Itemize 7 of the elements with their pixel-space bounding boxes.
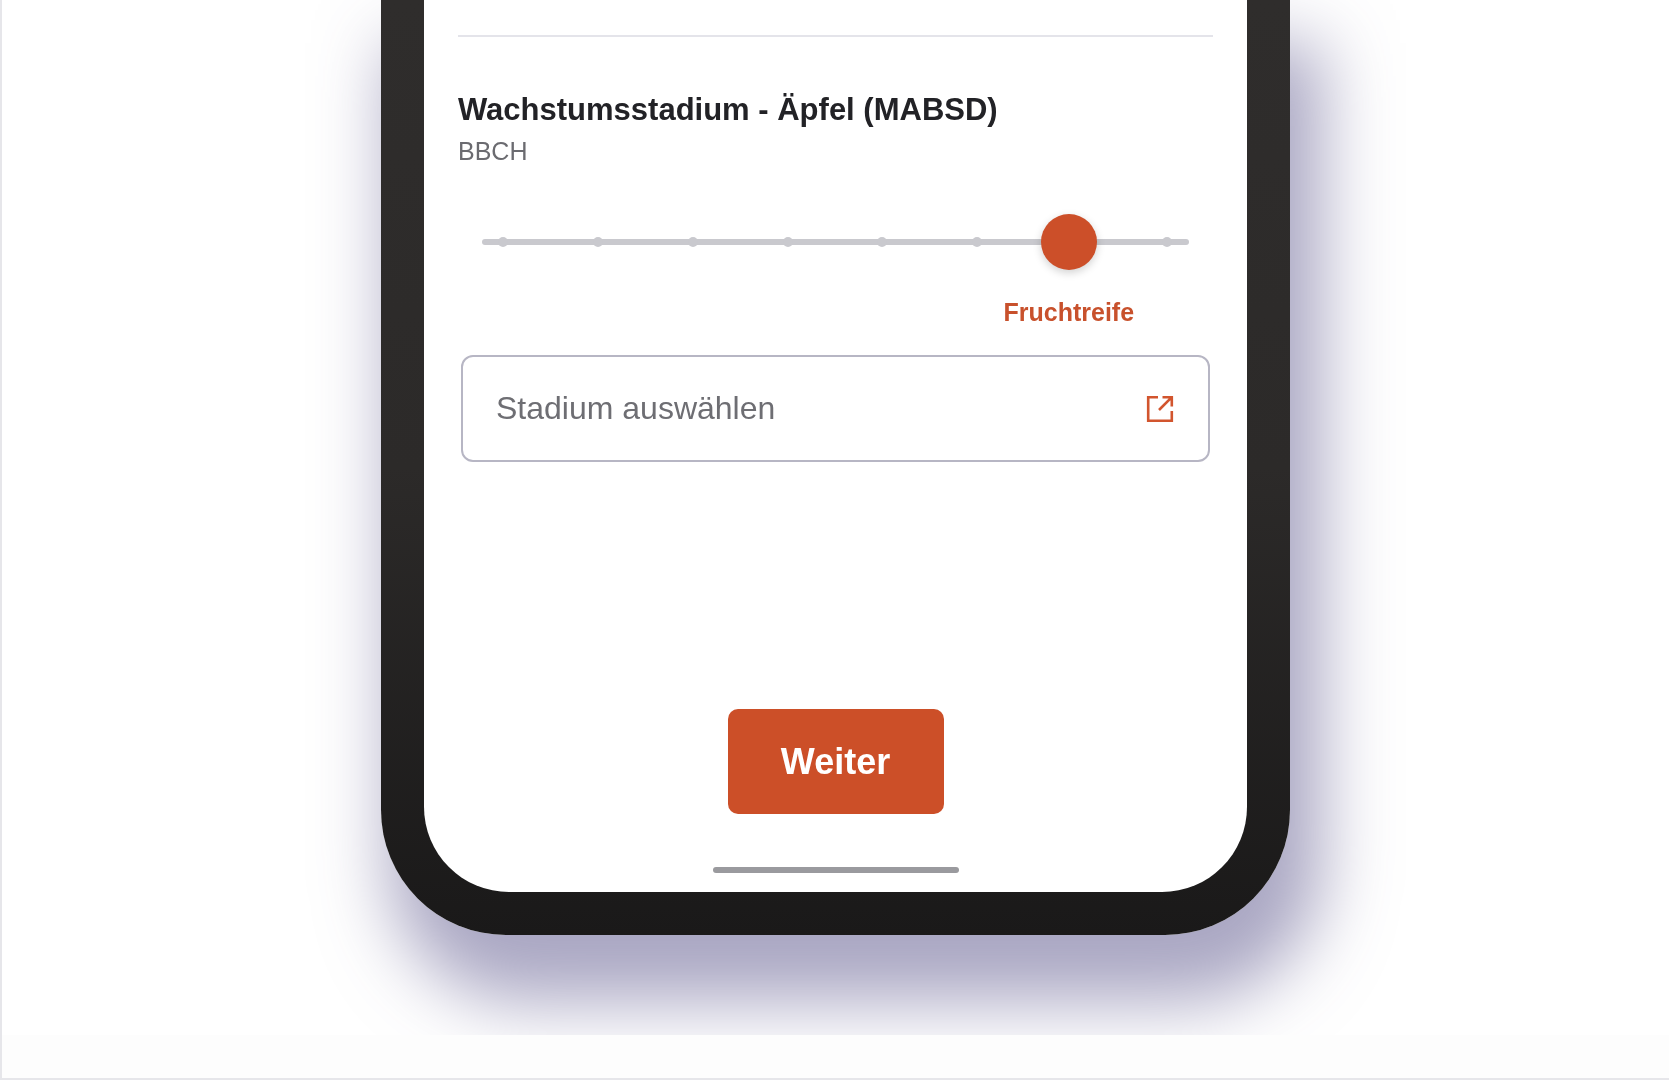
section-title: Wachstumsstadium - Äpfel (MABSD) (458, 92, 999, 128)
external-link-icon[interactable] (1146, 394, 1174, 423)
stage-select-field[interactable]: Stadium auswählen (461, 355, 1210, 462)
next-button[interactable]: Weiter (727, 709, 944, 814)
section-subtitle: BBCH (458, 136, 529, 166)
slider-thumb[interactable] (1040, 214, 1097, 270)
slider-value-label: Fruchtreife (1003, 297, 1135, 327)
